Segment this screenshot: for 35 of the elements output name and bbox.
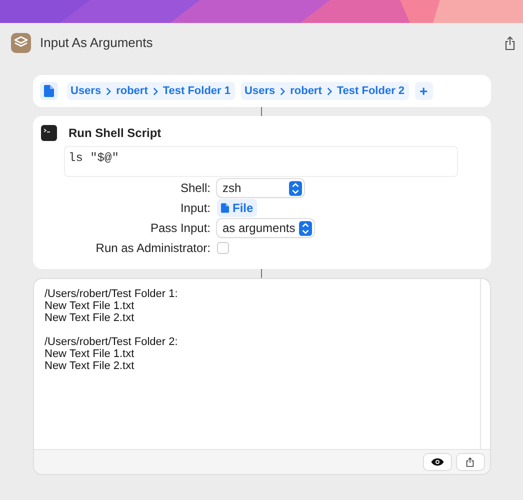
field-label: Input: bbox=[179, 200, 212, 217]
output-line: /Users/robert/Test Folder 2: bbox=[44, 336, 179, 348]
chevron-right-icon bbox=[106, 86, 112, 96]
chevron-right-icon bbox=[152, 86, 158, 96]
chevron-right-icon bbox=[280, 86, 286, 96]
stepper-icon bbox=[288, 180, 302, 196]
share-button[interactable] bbox=[456, 454, 484, 470]
output-line: New Text File 2.txt bbox=[44, 312, 136, 324]
share-icon bbox=[505, 36, 515, 50]
output-line: New Text File 2.txt bbox=[44, 360, 136, 372]
path-token[interactable]: Users robert Test Folder 2 bbox=[240, 82, 409, 100]
path-token[interactable]: Users robert Test Folder 1 bbox=[66, 82, 235, 100]
eye-icon bbox=[430, 458, 444, 466]
output-line: New Text File 1.txt bbox=[44, 348, 136, 360]
share-icon bbox=[466, 457, 474, 467]
window-title: Input As Arguments bbox=[40, 34, 153, 52]
dropdown[interactable]: zsh bbox=[216, 179, 304, 197]
output-line: New Text File 1.txt bbox=[44, 300, 136, 312]
stepper-icon bbox=[299, 220, 312, 236]
document-icon bbox=[220, 203, 228, 213]
chevron-right-icon bbox=[326, 86, 332, 96]
script-editor[interactable]: ls "$@" bbox=[64, 146, 458, 177]
add-button[interactable]: + bbox=[414, 82, 433, 100]
document-icon bbox=[44, 85, 54, 97]
preview-button[interactable] bbox=[424, 454, 450, 470]
output-line: /Users/robert/Test Folder 1: bbox=[44, 288, 179, 300]
field-label: Run as Administrator: bbox=[94, 240, 212, 257]
input-token[interactable]: File bbox=[216, 199, 258, 217]
dropdown[interactable]: as arguments bbox=[216, 219, 314, 237]
terminal-icon bbox=[40, 125, 56, 141]
app-icon bbox=[11, 33, 31, 53]
action-title: Run Shell Script bbox=[68, 125, 162, 142]
checkbox[interactable] bbox=[216, 242, 228, 254]
field-label: Shell: bbox=[179, 180, 212, 197]
field-label: Pass Input: bbox=[149, 220, 212, 237]
